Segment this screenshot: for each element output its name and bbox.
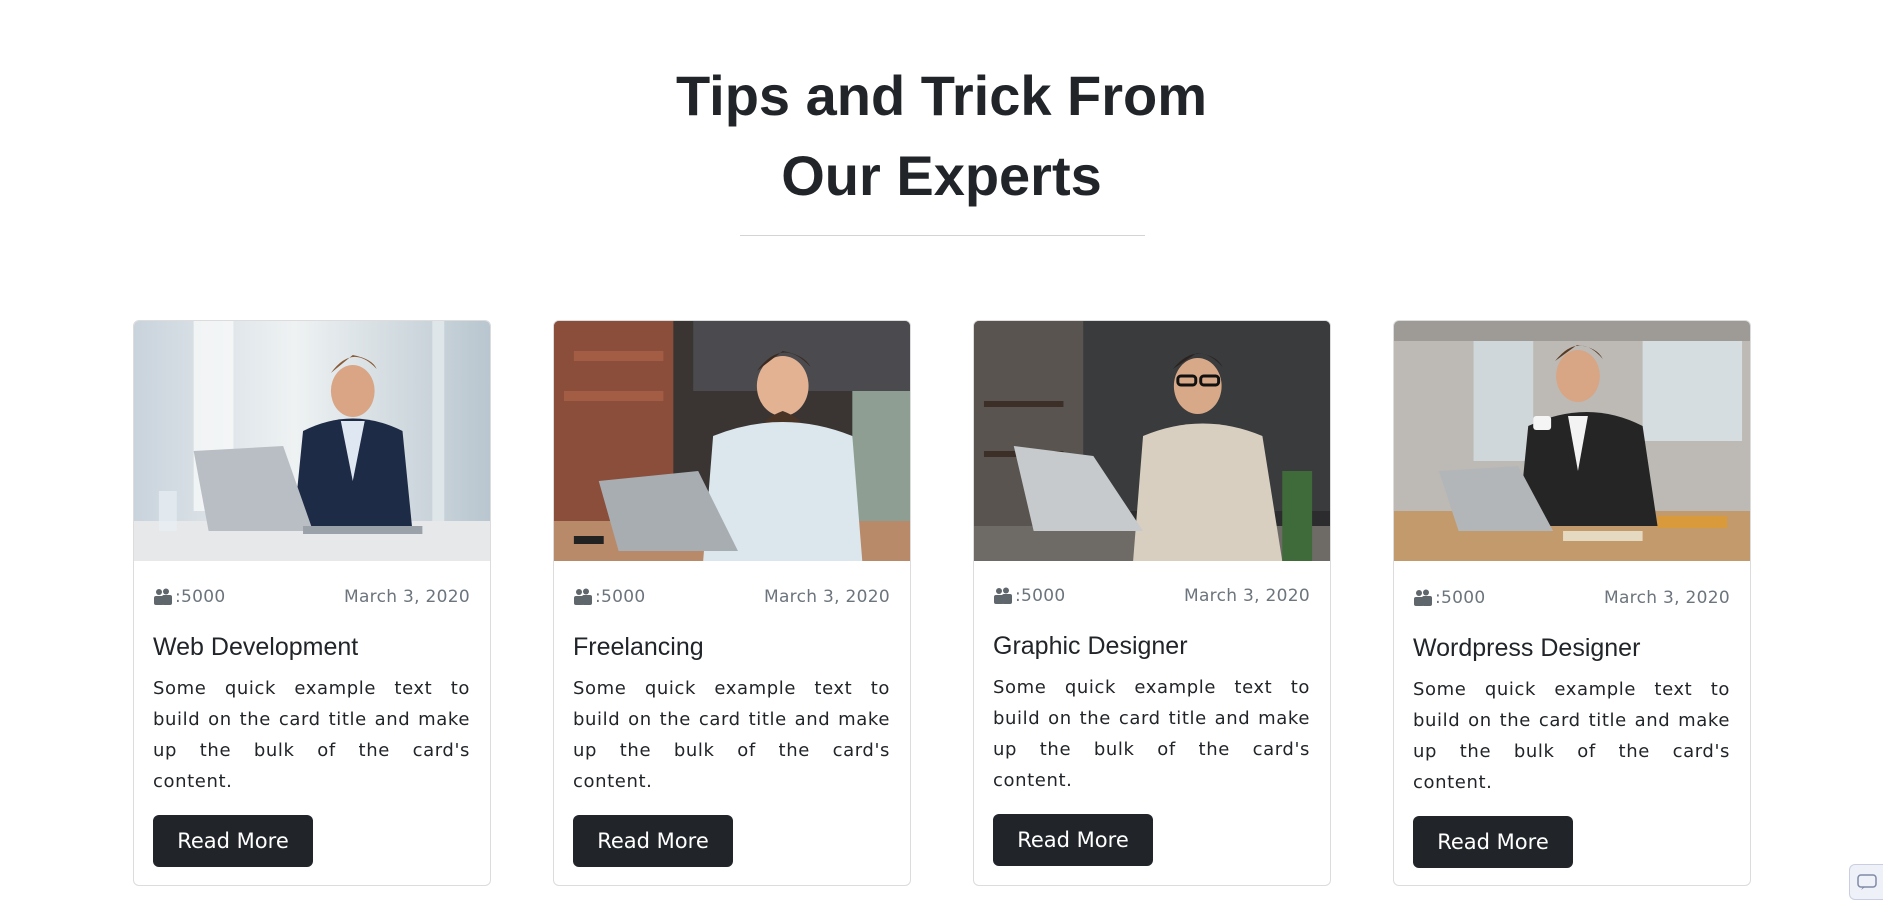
views-count: :5000 [993, 586, 1066, 606]
read-more-button[interactable]: Read More [573, 815, 733, 867]
card-image [134, 321, 490, 561]
card-image [1394, 321, 1750, 561]
card-title: Wordpress Designer [1413, 634, 1641, 662]
card-meta: :5000 March 3, 2020 [993, 584, 1310, 608]
card-text: Some quick example text to build on the … [153, 678, 470, 792]
card-wordpress-designer: :5000 March 3, 2020 Wordpress Designer S… [1393, 320, 1751, 886]
card-meta: :5000 March 3, 2020 [573, 585, 890, 609]
users-icon [1414, 589, 1432, 606]
card-title: Freelancing [573, 633, 704, 661]
views-count: :5000 [573, 587, 646, 607]
post-date: March 3, 2020 [343, 587, 470, 607]
card-image [974, 321, 1330, 561]
section-title: Tips and Trick From Our Experts [0, 56, 1883, 216]
card-web-development: :5000 March 3, 2020 Web Development Some… [133, 320, 491, 886]
card-text: Some quick example text to build on the … [993, 677, 1310, 791]
card-title: Graphic Designer [993, 632, 1188, 660]
card-text: Some quick example text to build on the … [1413, 679, 1730, 793]
section-title-line-2: Our Experts [781, 144, 1102, 207]
post-date: March 3, 2020 [763, 587, 890, 607]
card-text: Some quick example text to build on the … [573, 678, 890, 792]
card-meta: :5000 March 3, 2020 [1413, 586, 1730, 610]
post-date: March 3, 2020 [1183, 586, 1310, 606]
card-meta: :5000 March 3, 2020 [153, 585, 470, 609]
views-value: :5000 [175, 587, 226, 607]
title-divider [740, 235, 1145, 236]
card-freelancing: :5000 March 3, 2020 Freelancing Some qui… [553, 320, 911, 886]
card-image [554, 321, 910, 561]
views-value: :5000 [1015, 586, 1066, 606]
users-icon [574, 588, 592, 605]
read-more-button[interactable]: Read More [1413, 816, 1573, 868]
views-value: :5000 [1435, 588, 1486, 608]
chat-widget-button[interactable] [1849, 864, 1883, 900]
read-more-button[interactable]: Read More [993, 814, 1153, 866]
read-more-button[interactable]: Read More [153, 815, 313, 867]
section-title-line-1: Tips and Trick From [675, 64, 1208, 127]
views-count: :5000 [1413, 588, 1486, 608]
users-icon [154, 588, 172, 605]
card-graphic-designer: :5000 March 3, 2020 Graphic Designer Som… [973, 320, 1331, 886]
users-icon [994, 587, 1012, 604]
post-date: March 3, 2020 [1603, 588, 1730, 608]
views-value: :5000 [595, 587, 646, 607]
views-count: :5000 [153, 587, 226, 607]
card-title: Web Development [153, 633, 359, 661]
chat-widget-icon [1856, 874, 1877, 890]
